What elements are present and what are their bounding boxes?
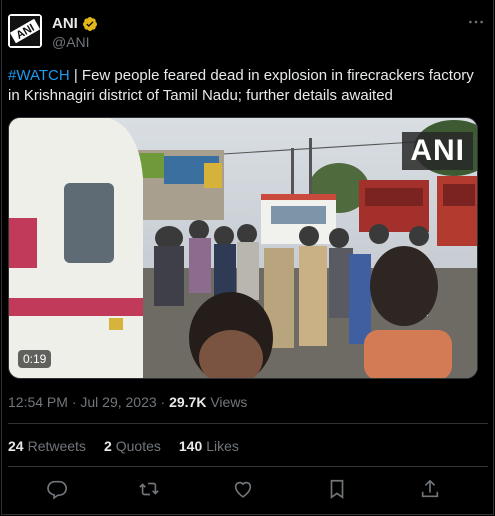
retweets-label: Retweets <box>27 438 86 454</box>
retweets-count: 24 <box>8 438 24 454</box>
divider <box>8 423 488 424</box>
like-icon[interactable] <box>232 478 254 500</box>
video-player[interactable]: ANI 0:19 <box>8 117 478 379</box>
ani-avatar-logo: ANI <box>8 14 42 48</box>
likes-stat[interactable]: 140 Likes <box>179 438 239 454</box>
tweet-stats: 24 Retweets 2 Quotes 140 Likes <box>8 438 239 454</box>
tweet-header: ANI ANI @ANI <box>8 14 490 54</box>
likes-label: Likes <box>206 438 239 454</box>
author-handle[interactable]: @ANI <box>52 34 90 50</box>
tweet-meta: 12:54 PM · Jul 29, 2023 · 29.7K Views <box>8 394 247 410</box>
views-label: Views <box>206 394 248 410</box>
ani-watermark: ANI <box>402 132 473 170</box>
verified-badge-icon <box>82 16 97 31</box>
hashtag-link[interactable]: #WATCH <box>8 67 70 84</box>
video-duration: 0:19 <box>18 350 52 368</box>
quotes-label: Quotes <box>115 438 161 454</box>
share-icon[interactable] <box>419 478 441 500</box>
quotes-count: 2 <box>103 438 112 454</box>
timestamp[interactable]: 12:54 PM · Jul 29, 2023 · <box>8 394 169 410</box>
views-count: 29.7K <box>169 394 207 410</box>
retweet-icon[interactable] <box>138 478 160 500</box>
likes-count: 140 <box>178 438 203 454</box>
reply-icon[interactable] <box>46 478 68 500</box>
quotes-stat[interactable]: 2 Quotes <box>104 438 161 454</box>
tweet-card: ANI ANI @ANI #WATCH | Few people feared … <box>1 0 494 515</box>
tweet-text: #WATCH | Few people feared dead in explo… <box>8 66 488 106</box>
divider <box>8 466 488 467</box>
tweet-actions <box>8 478 488 502</box>
author-name-row[interactable]: ANI <box>52 15 98 32</box>
tweet-body: | Few people feared dead in explosion in… <box>8 67 474 104</box>
bookmark-icon[interactable] <box>326 478 348 500</box>
more-icon[interactable] <box>466 16 486 30</box>
avatar[interactable]: ANI <box>8 14 42 48</box>
retweets-stat[interactable]: 24 Retweets <box>8 438 86 454</box>
author-name[interactable]: ANI <box>52 15 78 32</box>
